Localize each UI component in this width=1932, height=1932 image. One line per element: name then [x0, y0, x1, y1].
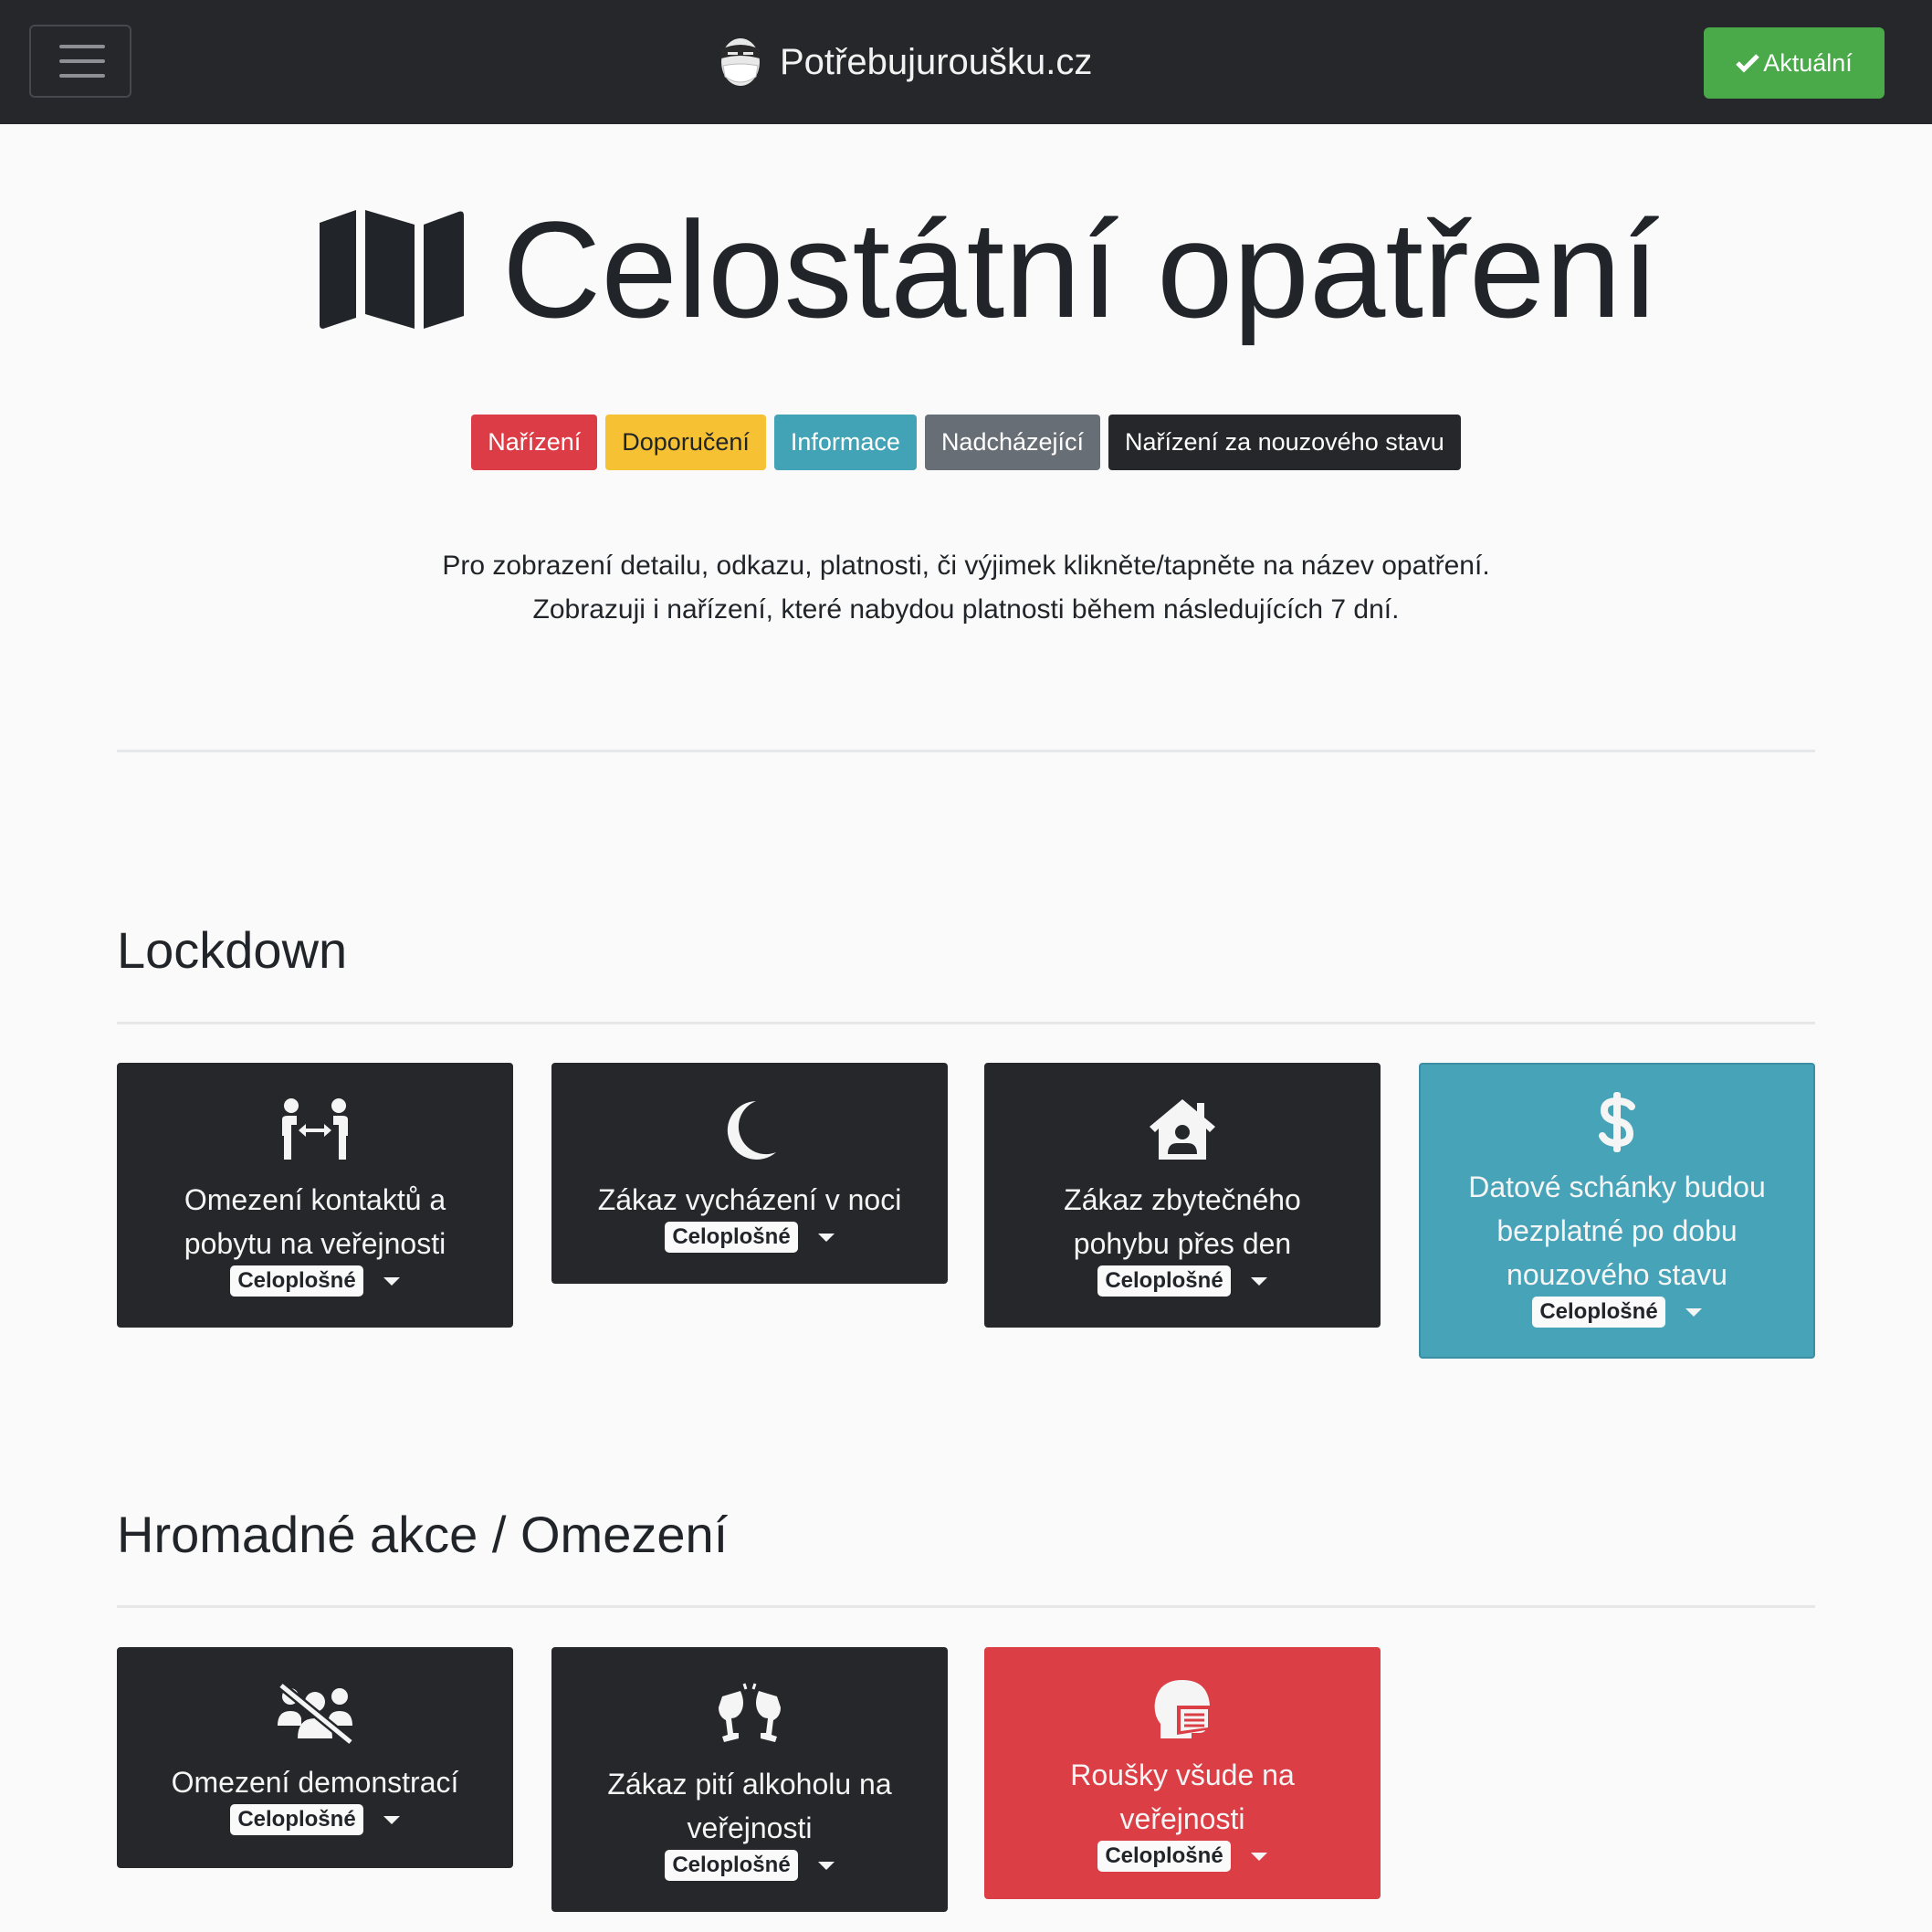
caret-down-icon[interactable]: [817, 1233, 835, 1242]
caret-down-icon[interactable]: [383, 1815, 400, 1824]
measure-card[interactable]: Zákaz pití alkoholu na veřejnosti Celopl…: [551, 1647, 948, 1912]
house-user-icon: [1150, 1099, 1215, 1160]
caret-down-icon[interactable]: [1685, 1307, 1702, 1317]
legend-information-badge[interactable]: Informace: [773, 415, 917, 470]
scope-badge: Celoplošné: [1532, 1297, 1665, 1328]
dollar-sign-icon: [1599, 1092, 1635, 1152]
card-title-line: veřejnosti: [1119, 1802, 1245, 1835]
caret-down-icon[interactable]: [1250, 1276, 1267, 1286]
card-title-line: veřejnosti: [687, 1811, 813, 1844]
scope-badge: Celoplošné: [665, 1850, 798, 1881]
moon-icon: [727, 1101, 776, 1160]
page-title: Celostátní opatření: [316, 201, 1659, 338]
menu-toggle-button[interactable]: [29, 25, 131, 98]
navbar: Potřebujuroušku.cz Aktuální: [0, 0, 1932, 124]
intro-text: Pro zobrazení detailu, odkazu, platnosti…: [0, 544, 1932, 632]
measure-card[interactable]: Roušky všude na veřejnosti Celoplošné: [984, 1647, 1381, 1899]
divider: [117, 750, 1815, 752]
caret-down-icon[interactable]: [817, 1861, 835, 1870]
legend-recommendation-badge[interactable]: Doporučení: [605, 415, 766, 470]
scope-badge: Celoplošné: [665, 1222, 798, 1253]
card-title-line: Zákaz vycházení v noci: [597, 1183, 902, 1216]
current-button[interactable]: Aktuální: [1704, 27, 1885, 99]
scope-badge: Celoplošné: [230, 1265, 363, 1297]
map-icon: [320, 210, 464, 329]
card-title-line: pobytu na veřejnosti: [184, 1227, 446, 1260]
scope-badge: Celoplošné: [230, 1804, 363, 1835]
people-arrows-icon: [282, 1098, 348, 1160]
current-button-label: Aktuální: [1763, 48, 1853, 77]
card-title-line: Omezení demonstrací: [171, 1766, 459, 1799]
measure-card[interactable]: Zákaz vycházení v noci Celoplošné: [551, 1063, 948, 1284]
card-title-line: Roušky všude na: [1070, 1759, 1295, 1791]
masked-face-icon: [721, 38, 760, 86]
section-title-lockdown: Lockdown: [117, 921, 348, 979]
brand-name: Potřebujuroušku.cz: [780, 41, 1093, 82]
card-title-line: Zákaz pití alkoholu na: [607, 1768, 892, 1801]
caret-down-icon[interactable]: [1250, 1852, 1267, 1861]
measure-card[interactable]: Omezení demonstrací Celoplošné: [117, 1647, 513, 1868]
card-title-line: Zákaz zbytečného: [1064, 1183, 1301, 1216]
divider: [117, 1022, 1815, 1024]
page-title-text: Celostátní opatření: [502, 193, 1660, 346]
caret-down-icon[interactable]: [383, 1276, 400, 1286]
measure-card[interactable]: Zákaz zbytečného pohybu přes den Celoplo…: [984, 1063, 1381, 1328]
card-title-line: Datové schánky budou: [1468, 1171, 1766, 1203]
head-mask-icon: [1154, 1680, 1212, 1738]
users-slash-icon: [278, 1682, 354, 1744]
brand-link[interactable]: Potřebujuroušku.cz: [719, 33, 1092, 91]
legend-upcoming-badge[interactable]: Nadcházející: [924, 415, 1101, 470]
card-title-line: Omezení kontaktů a: [184, 1183, 446, 1216]
measure-card[interactable]: Omezení kontaktů a pobytu na veřejnosti …: [117, 1063, 513, 1328]
measure-card[interactable]: Datové schánky budou bezplatné po dobu n…: [1419, 1063, 1815, 1359]
card-title-line: pohybu přes den: [1073, 1227, 1292, 1260]
scope-badge: Celoplošné: [1097, 1841, 1231, 1872]
hamburger-icon: [59, 45, 105, 48]
intro-line-1: Pro zobrazení detailu, odkazu, platnosti…: [442, 551, 1490, 581]
section-title-events: Hromadné akce / Omezení: [117, 1506, 729, 1563]
legend: Nařízení Doporučení Informace Nadcházejí…: [0, 415, 1932, 470]
check-icon: [1736, 54, 1759, 73]
card-title-line: bezplatné po dobu: [1496, 1214, 1738, 1247]
glass-cheers-icon: [719, 1683, 781, 1742]
divider: [117, 1605, 1815, 1608]
scope-badge: Celoplošné: [1097, 1265, 1231, 1297]
intro-line-2: Zobrazuji i nařízení, které nabydou plat…: [532, 594, 1400, 625]
legend-emergency-badge[interactable]: Nařízení za nouzového stavu: [1108, 415, 1461, 470]
card-title-line: nouzového stavu: [1507, 1258, 1727, 1291]
legend-order-badge[interactable]: Nařízení: [471, 415, 598, 470]
